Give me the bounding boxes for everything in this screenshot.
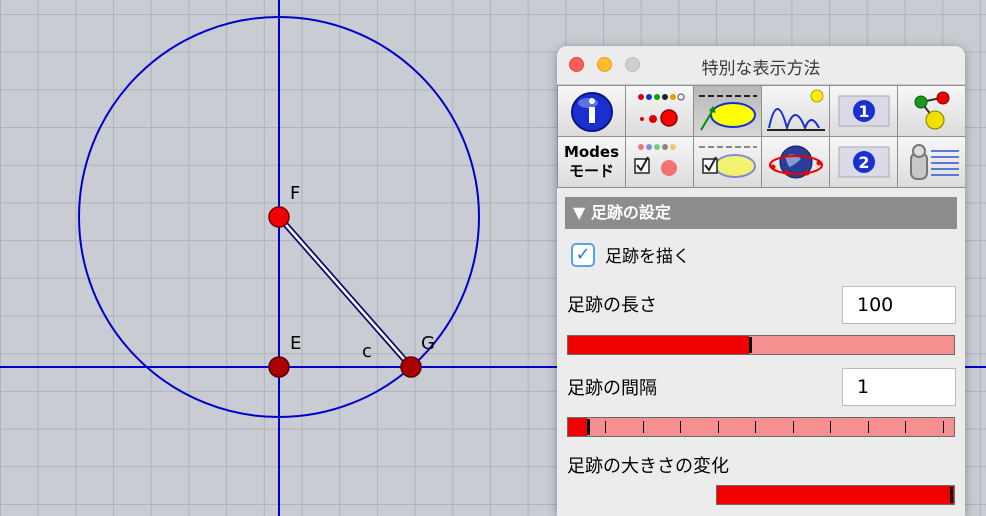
tool-ellipse-trace[interactable] bbox=[694, 86, 761, 136]
palette-titlebar[interactable]: 特別な表示方法 bbox=[557, 46, 965, 85]
slider-tick bbox=[643, 421, 644, 433]
svg-text:1: 1 bbox=[858, 102, 869, 121]
tool-grid: 1 Modes モード 2 bbox=[557, 85, 965, 188]
tool-list-clip[interactable] bbox=[898, 137, 965, 187]
tool-page-one[interactable]: 1 bbox=[830, 86, 897, 136]
draw-trace-checkbox[interactable]: ✓ bbox=[571, 242, 595, 267]
slider-tick bbox=[680, 421, 681, 433]
info-icon bbox=[570, 92, 613, 132]
tool-modes[interactable]: Modes モード bbox=[558, 137, 625, 187]
tool-globe[interactable] bbox=[762, 137, 829, 187]
trace-settings-header[interactable]: ▼ 足跡の設定 bbox=[565, 197, 957, 229]
page-two-icon: 2 bbox=[838, 146, 889, 178]
molecule-icon bbox=[914, 91, 949, 130]
bounce-trace-icon bbox=[766, 89, 825, 132]
point-f[interactable] bbox=[268, 206, 290, 228]
tool-checkbox-dots[interactable] bbox=[626, 137, 693, 187]
trace-length-slider-thumb[interactable] bbox=[749, 337, 752, 353]
svg-text:2: 2 bbox=[858, 153, 869, 172]
tool-info[interactable] bbox=[558, 86, 625, 136]
checkbox-dots-icon bbox=[633, 144, 677, 176]
slider-tick bbox=[943, 421, 944, 433]
trace-size-change-slider-fill bbox=[717, 486, 954, 504]
color-dots-icon bbox=[637, 93, 684, 127]
special-display-palette: 特別な表示方法 1 Modes モード 2 ▼ 足跡の設定 ✓ 足跡を描く 足跡… bbox=[557, 46, 965, 516]
checkbox-ellipse-icon bbox=[698, 146, 757, 178]
trace-size-change-label: 足跡の大きさの変化 bbox=[567, 456, 729, 477]
tool-molecule[interactable] bbox=[898, 86, 965, 136]
tool-checkbox-ellipse[interactable] bbox=[694, 137, 761, 187]
point-e[interactable] bbox=[268, 356, 290, 378]
tool-page-two[interactable]: 2 bbox=[830, 137, 897, 187]
point-g[interactable] bbox=[400, 356, 422, 378]
slider-tick bbox=[830, 421, 831, 433]
trace-length-slider-fill bbox=[568, 336, 749, 354]
trace-interval-slider-thumb[interactable] bbox=[587, 419, 590, 435]
slider-tick bbox=[793, 421, 794, 433]
modes-label-en: Modes bbox=[563, 143, 620, 161]
slider-tick bbox=[868, 421, 869, 433]
tool-bounce-trace[interactable] bbox=[762, 86, 829, 136]
label-g: G bbox=[421, 333, 435, 354]
draw-trace-row[interactable]: ✓ 足跡を描く bbox=[571, 242, 690, 267]
modes-icon: Modes モード bbox=[564, 143, 619, 181]
list-clip-icon bbox=[909, 144, 959, 180]
draw-trace-label: 足跡を描く bbox=[605, 247, 690, 267]
trace-size-change-slider[interactable] bbox=[716, 485, 955, 505]
globe-icon bbox=[768, 145, 823, 179]
trace-interval-label: 足跡の間隔 bbox=[567, 378, 657, 399]
label-e: E bbox=[290, 333, 301, 354]
page-one-icon: 1 bbox=[838, 95, 889, 127]
ellipse-trace-icon bbox=[698, 95, 757, 131]
slider-tick bbox=[718, 421, 719, 433]
trace-interval-field[interactable]: 1 bbox=[842, 368, 956, 406]
tool-colors[interactable] bbox=[626, 86, 693, 136]
modes-label-ja: モード bbox=[568, 162, 614, 180]
trace-length-label: 足跡の長さ bbox=[567, 295, 657, 316]
trace-length-field[interactable]: 100 bbox=[842, 286, 956, 324]
slider-tick bbox=[755, 421, 756, 433]
trace-interval-slider-fill bbox=[568, 418, 587, 436]
trace-length-slider[interactable] bbox=[567, 335, 955, 355]
slider-tick bbox=[905, 421, 906, 433]
label-c: c bbox=[362, 341, 372, 362]
palette-title: 特別な表示方法 bbox=[701, 59, 821, 79]
label-f: F bbox=[290, 183, 300, 204]
slider-tick bbox=[605, 421, 606, 433]
trace-interval-slider[interactable] bbox=[567, 417, 955, 437]
trace-size-change-slider-thumb[interactable] bbox=[950, 487, 953, 503]
